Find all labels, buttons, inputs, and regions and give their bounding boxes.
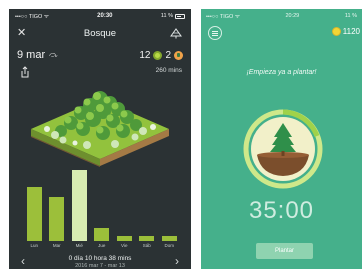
healthy-tree-icon [153, 50, 163, 60]
change-range-icon[interactable]: ⤼ [49, 50, 58, 60]
close-icon[interactable]: ✕ [17, 24, 26, 42]
total-minutes: 260 mins [155, 67, 182, 74]
chart-bar-2[interactable] [71, 170, 87, 241]
date-label[interactable]: 9 mar [17, 49, 45, 61]
status-bar: •••○○ TIGO ᯤ 20:30 11 % [9, 9, 191, 23]
coin-count: 1120 [342, 27, 360, 36]
plant-screen: •••○○ TIGO ᯤ 20:29 11 % 1120 ¡Empieza ya… [201, 9, 362, 269]
chart-bar-6[interactable] [161, 236, 177, 241]
chart-day-label: Mar [52, 243, 61, 248]
status-bar: •••○○ TIGO ᯤ 20:29 11 % [201, 9, 362, 23]
carrier-label: •••○○ TIGO ᯤ [15, 14, 49, 20]
tree-counts: 12 2 [139, 50, 183, 61]
total-time-summary: 0 día 10 hora 38 mins [68, 255, 132, 262]
battery-icon [175, 13, 185, 19]
plant-button[interactable]: Plantar [256, 243, 313, 259]
chart-day-label: Mié [75, 243, 83, 248]
chart-bars [19, 169, 181, 241]
forest-screen: •••○○ TIGO ᯤ 20:30 11 % ✕ Bosque 9 mar ⤼… [9, 9, 191, 269]
forest-illustration [31, 91, 169, 167]
week-navigator: ‹ 0 día 10 hora 38 mins 2016 mar 7 - mar… [9, 254, 191, 269]
timer-ring[interactable] [243, 109, 323, 189]
dead-tree-icon [174, 50, 183, 60]
clock-label: 20:29 [285, 13, 300, 19]
share-icon[interactable] [20, 66, 30, 78]
top-nav: ✕ Bosque [9, 24, 191, 42]
top-nav: 1120 [201, 24, 362, 42]
battery-percent: 11 % [160, 13, 173, 19]
chart-bar-3[interactable] [94, 227, 110, 241]
dead-count: 2 [165, 49, 171, 61]
healthy-count: 12 [139, 49, 151, 61]
coin-balance[interactable]: 1120 [331, 27, 360, 36]
chart-bar-1[interactable] [49, 197, 65, 241]
battery-percent: 11 % [344, 13, 357, 19]
date-range: 2016 mar 7 - mar 13 [75, 263, 125, 269]
chart-day-label: Sáb [142, 243, 151, 248]
page-title: Bosque [83, 27, 117, 39]
battery-status: 11 % [161, 13, 185, 19]
plant-prompt: ¡Empieza ya a plantar! [246, 69, 317, 76]
carrier-label: •••○○ TIGO ᯤ [206, 14, 240, 20]
next-week-icon[interactable]: › [175, 254, 179, 268]
chart-bar-4[interactable] [116, 236, 132, 241]
chart-day-label: Dom [164, 243, 174, 248]
weekly-chart: Lun Mar Mié Jue Vie Sáb Dom [19, 169, 181, 253]
chart-bar-5[interactable] [139, 236, 155, 241]
timer-display: 35:00 [248, 197, 315, 224]
menu-icon[interactable] [208, 26, 222, 40]
chart-day-label: Lun [30, 243, 38, 248]
chart-bar-0[interactable] [26, 187, 42, 241]
clock-label: 20:30 [97, 13, 113, 19]
forest-view-icon[interactable] [169, 27, 183, 39]
coin-icon [331, 27, 341, 36]
chart-day-label: Jue [98, 243, 106, 248]
chart-day-label: Vie [121, 243, 128, 248]
date-row: 9 mar ⤼ 12 2 [9, 47, 191, 63]
